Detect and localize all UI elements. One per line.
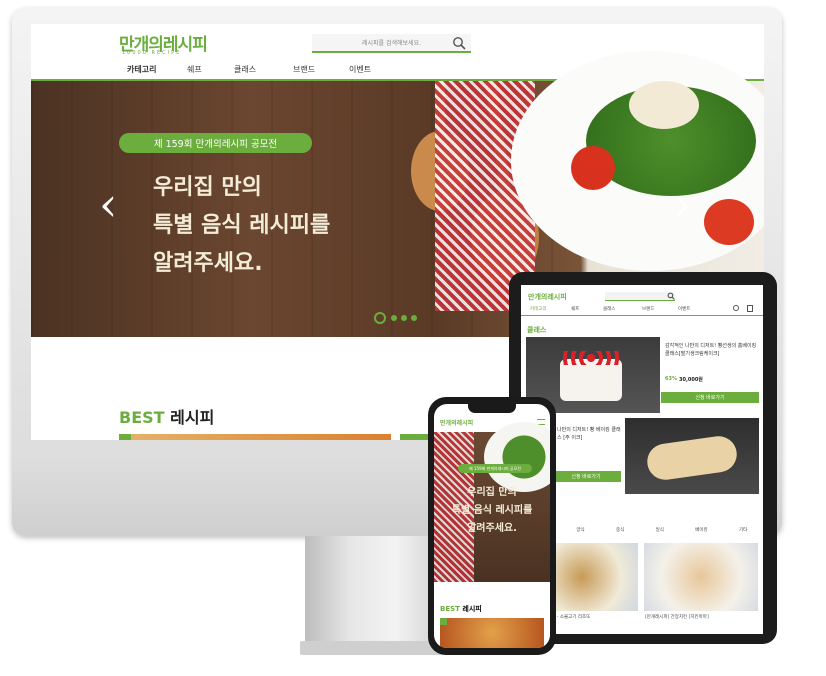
tablet-nav-divider xyxy=(521,315,763,316)
slide-dot[interactable] xyxy=(401,315,407,321)
best-accent: BEST xyxy=(119,408,165,427)
slide-dot-active[interactable] xyxy=(374,312,386,324)
tablet-nav-event[interactable]: 이벤트 xyxy=(678,306,690,312)
phone-best-label: 레시피 xyxy=(462,605,482,613)
recipe2-caption[interactable]: [만개레시피] 간장치킨 [치킨마마] xyxy=(645,614,757,620)
best-section-title: BEST 레시피 xyxy=(119,404,214,428)
site-logo-sub: 10000 RECIPE xyxy=(122,50,182,56)
category-etc[interactable]: 기타 xyxy=(739,527,747,533)
hero-line-2: 특별 음식 레시피를 xyxy=(153,213,331,238)
class1-text[interactable]: 감각적인 나만의 디저트! 빵선생의 홈베이킹클래스[딸기생크림케이크] xyxy=(665,342,759,358)
class2-apply-button[interactable]: 신청 바로가기 xyxy=(551,471,621,482)
best-title: 레시피 xyxy=(170,408,215,427)
phone-hero: 제 159회 만개의레시피 공모전 우리집 만의 특별 음식 레시피를 알려주세… xyxy=(434,422,550,582)
tablet-nav-brand[interactable]: 브랜드 xyxy=(642,306,654,312)
search-input[interactable]: 레시피를 검색해보세요. xyxy=(312,34,471,53)
category-baking[interactable]: 베이킹 xyxy=(695,527,707,533)
hero-line-3: 알려주세요. xyxy=(153,251,263,276)
tomato-2 xyxy=(704,199,754,245)
tablet-category-bar: 한식 양식 중식 일식 베이킹 기타 xyxy=(521,523,763,537)
category-chinese[interactable]: 중식 xyxy=(616,527,624,533)
tablet-document-icon[interactable] xyxy=(747,305,753,312)
category-japanese[interactable]: 일식 xyxy=(656,527,664,533)
cake xyxy=(560,359,622,401)
nav-category[interactable]: 카테고리 xyxy=(127,64,156,75)
tablet-class-title: 클래스 xyxy=(527,326,547,334)
class1-price: 30,000원 xyxy=(679,377,703,383)
cheese xyxy=(629,81,699,129)
slide-dot[interactable] xyxy=(411,315,417,321)
tablet-user-icon[interactable] xyxy=(733,305,739,311)
phone-best-accent: BEST xyxy=(440,605,460,613)
class1-apply-button[interactable]: 신청 바로가기 xyxy=(661,392,759,403)
tablet-nav-category[interactable]: 카테고리 xyxy=(530,306,547,312)
rank-badge xyxy=(119,434,131,440)
tablet-nav-chef[interactable]: 쉐프 xyxy=(571,306,579,312)
prev-arrow-icon[interactable]: ‹ xyxy=(99,181,117,227)
class2-text[interactable]: 나만의 디저트! 빵 베이킹 클래스 [주 이크] xyxy=(557,426,623,442)
phone-recipe-thumb[interactable] xyxy=(440,618,544,648)
tablet-nav-class[interactable]: 클래스 xyxy=(603,306,615,312)
hero-line-1: 우리집 만의 xyxy=(153,175,262,200)
strawberries xyxy=(562,351,620,365)
next-arrow-icon[interactable]: › xyxy=(673,181,691,227)
phone-notch xyxy=(468,404,516,413)
rank-badge xyxy=(400,434,430,440)
phone-hero-line-2: 특별 음식 레시피를 xyxy=(451,505,533,516)
phone-rank-badge xyxy=(440,618,447,625)
nav-chef[interactable]: 쉐프 xyxy=(187,64,202,75)
roll-cake xyxy=(644,433,740,483)
tablet-search-input[interactable] xyxy=(605,292,675,301)
phone-hero-text: 우리집 만의 특별 음식 레시피를 알려주세요. xyxy=(434,484,550,538)
phone-screen: 만개의레시피 제 159회 만개의레시피 공모전 우리집 만의 특별 음식 레시… xyxy=(434,404,550,648)
class1-discount: 63% xyxy=(665,376,677,382)
tomato-1 xyxy=(571,146,615,190)
tablet-screen: 만개의레시피 카테고리 쉐프 클래스 브랜드 이벤트 클래스 감각적인 나만의 … xyxy=(521,285,763,634)
tablet-logo[interactable]: 만개의레시피 xyxy=(528,292,567,302)
recipe-thumb[interactable] xyxy=(119,434,391,440)
tablet-search-icon[interactable] xyxy=(667,292,675,300)
phone-salad xyxy=(484,422,550,492)
recipe2-image[interactable] xyxy=(644,543,758,611)
phone-hero-line-1: 우리집 만의 xyxy=(467,487,517,498)
phone-hero-line-3: 알려주세요. xyxy=(467,523,517,534)
search-icon[interactable] xyxy=(452,36,466,50)
slide-dot[interactable] xyxy=(391,315,397,321)
roll-cake-image[interactable] xyxy=(625,418,759,494)
phone-logo[interactable]: 만개의레시피 xyxy=(440,418,473,427)
hero-badge[interactable]: 제 159회 만개의레시피 공모전 xyxy=(119,133,312,153)
nav-event[interactable]: 이벤트 xyxy=(349,64,371,75)
search-placeholder: 레시피를 검색해보세요. xyxy=(361,40,421,47)
nav-brand[interactable]: 브랜드 xyxy=(293,64,315,75)
category-western[interactable]: 양식 xyxy=(576,527,584,533)
phone-hero-badge[interactable]: 제 159회 만개의레시피 공모전 xyxy=(458,464,532,473)
phone-best-title: BEST 레시피 xyxy=(440,604,482,614)
nav-class[interactable]: 클래스 xyxy=(234,64,256,75)
